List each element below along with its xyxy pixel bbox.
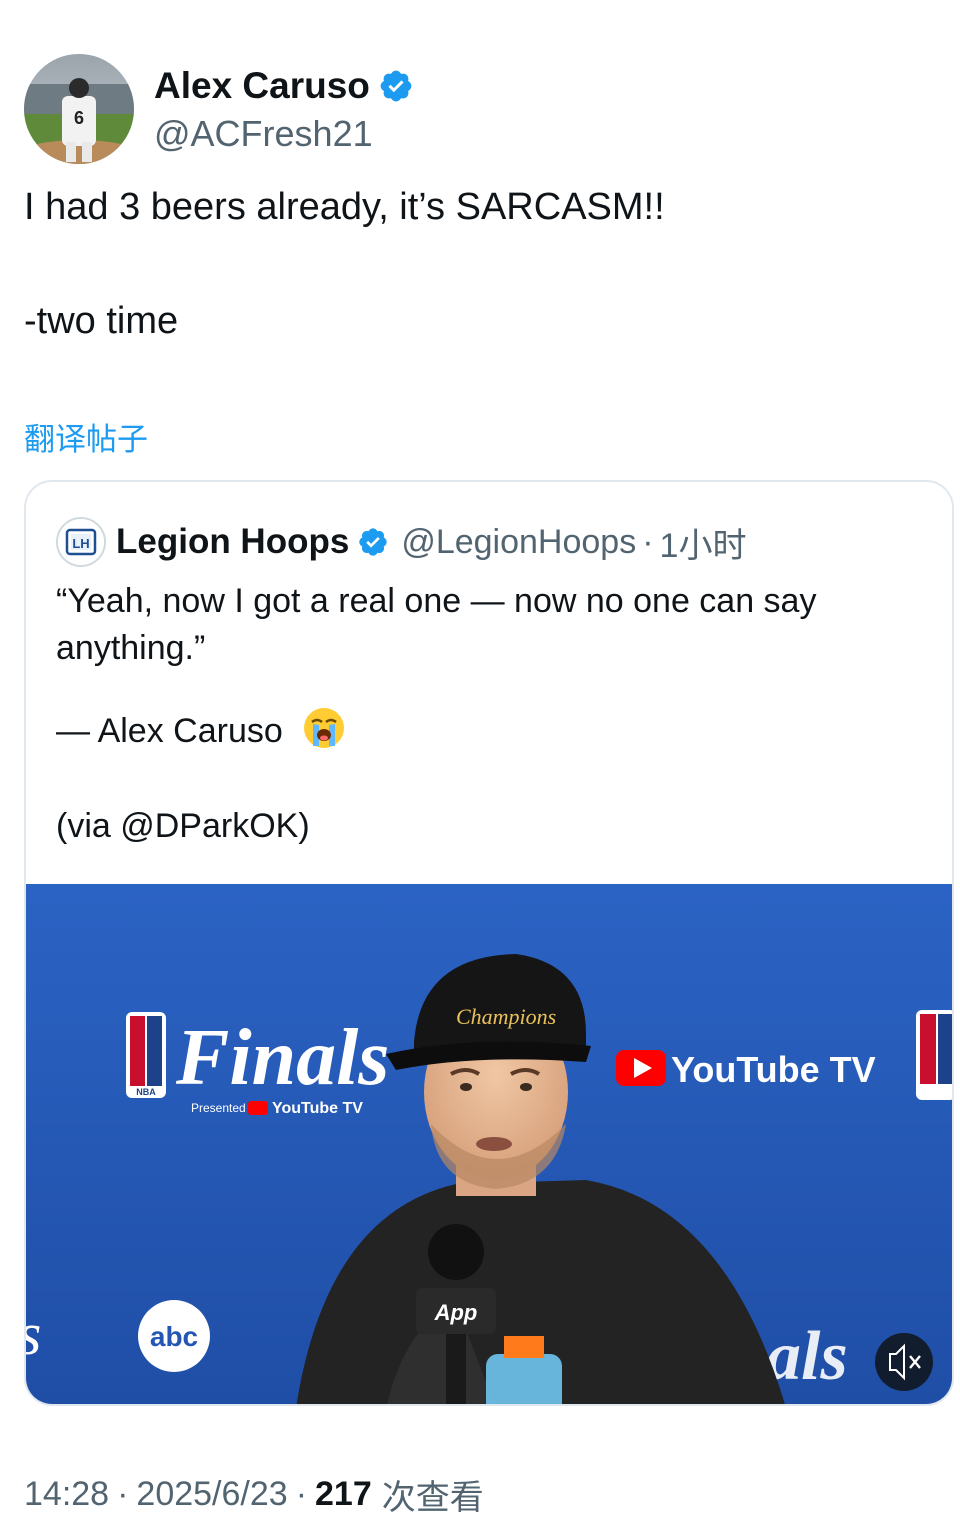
quoted-text-attribution-text: — Alex Caruso xyxy=(56,712,283,750)
quoted-handle[interactable]: @LegionHoops xyxy=(401,523,636,562)
quoted-text-line: “Yeah, now I got a real one — now no one… xyxy=(56,582,817,667)
svg-text:LH: LH xyxy=(72,536,89,551)
views-label: 次查看 xyxy=(381,1479,484,1517)
quoted-author-avatar[interactable]: LH xyxy=(56,517,106,567)
quoted-video-media[interactable]: NBA Finals Presented by YouTube TV YouTu… xyxy=(26,884,952,1404)
quoted-text-attribution: — Alex Caruso xyxy=(56,706,926,755)
mic-app-text: App xyxy=(434,1300,478,1325)
views-count: 217 xyxy=(315,1475,372,1513)
quoted-tweet-header: LH Legion Hoops @LegionHoops · 1小时 xyxy=(56,516,746,568)
tweet-text-paragraph: -two time xyxy=(24,300,179,342)
quoted-text-via: (via @DParkOK) xyxy=(56,807,310,845)
meta-separator: · xyxy=(295,1475,308,1513)
mute-button[interactable] xyxy=(875,1333,933,1391)
legion-hoops-logo-icon: LH xyxy=(58,519,104,565)
svg-text:NBA: NBA xyxy=(136,1087,156,1097)
verified-badge-icon xyxy=(380,70,412,102)
quoted-display-name[interactable]: Legion Hoops xyxy=(116,522,349,562)
youtube-tv-logo: YouTube TV xyxy=(616,1049,876,1090)
svg-text:6: 6 xyxy=(74,108,84,128)
loudly-crying-face-emoji-icon xyxy=(304,708,345,748)
finals-logo-text: Finals xyxy=(175,1014,389,1102)
quoted-tweet-text: “Yeah, now I got a real one — now no one… xyxy=(56,578,926,850)
tweet-text: I had 3 beers already, it’s SARCASM!! -t… xyxy=(24,180,934,408)
author-avatar[interactable]: 6 xyxy=(24,54,134,164)
svg-text:YouTube TV: YouTube TV xyxy=(671,1049,876,1090)
tweet-author-row: 6 Alex Caruso @ACFresh21 xyxy=(24,54,414,164)
quoted-verified-badge-icon xyxy=(359,528,387,556)
nba-logo-left: NBA xyxy=(126,1012,166,1098)
svg-text:abc: abc xyxy=(150,1321,198,1352)
abc-logo: abc xyxy=(138,1300,210,1372)
tweet-meta-row: 14:28 · 2025/6/23 · 217 次查看 xyxy=(24,1470,484,1519)
translate-post-link[interactable]: 翻译帖子 xyxy=(24,414,148,459)
svg-text:s: s xyxy=(26,1301,41,1367)
video-frame: NBA Finals Presented by YouTube TV YouTu… xyxy=(26,884,952,1404)
tweet-date[interactable]: 2025/6/23 xyxy=(136,1475,287,1514)
cap-champions-text: Champions xyxy=(456,1004,556,1029)
tweet-time[interactable]: 14:28 xyxy=(24,1475,109,1514)
quoted-time[interactable]: 1小时 xyxy=(660,518,747,567)
author-handle[interactable]: @ACFresh21 xyxy=(154,113,414,155)
tweet-text-paragraph: I had 3 beers already, it’s SARCASM!! xyxy=(24,186,665,228)
quoted-separator: · xyxy=(642,522,654,561)
finals-youtube-tv-text: YouTube TV xyxy=(272,1100,363,1117)
author-display-name[interactable]: Alex Caruso xyxy=(154,65,370,107)
meta-separator: · xyxy=(117,1475,129,1513)
quoted-tweet-card[interactable]: LH Legion Hoops @LegionHoops · 1小时 “Yeah… xyxy=(24,480,954,1406)
author-name-block: Alex Caruso @ACFresh21 xyxy=(154,63,414,155)
author-avatar-image: 6 xyxy=(24,54,134,164)
author-name-line: Alex Caruso xyxy=(154,63,414,109)
